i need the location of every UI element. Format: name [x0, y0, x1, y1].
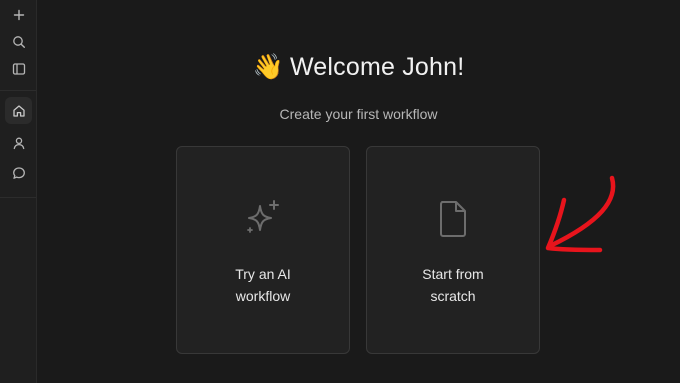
waving-hand-icon: 👋: [252, 52, 284, 81]
start-from-scratch-card[interactable]: Start from scratch: [366, 146, 540, 354]
welcome-text: Welcome John!: [289, 53, 465, 81]
home-icon: [12, 104, 26, 118]
user-icon: [12, 136, 26, 150]
main-content: 👋 Welcome John! Create your first workflo…: [37, 0, 680, 383]
profile-button[interactable]: [5, 129, 32, 156]
plus-icon: [12, 8, 26, 22]
search-button[interactable]: [5, 28, 32, 55]
app-window: 👋 Welcome John! Create your first workflo…: [0, 0, 680, 383]
chat-button[interactable]: [5, 159, 32, 186]
new-button[interactable]: [5, 1, 32, 28]
toggle-sidebar-button[interactable]: [5, 55, 32, 82]
sparkle-icon: [177, 197, 349, 241]
sidebar-divider: [0, 90, 36, 91]
home-button[interactable]: [5, 97, 32, 124]
subtitle: Create your first workflow: [279, 106, 438, 122]
chat-icon: [12, 166, 26, 180]
sidebar-divider: [0, 197, 36, 198]
sidebar-toggle-icon: [12, 62, 26, 76]
left-sidebar: [0, 0, 37, 383]
card-label: Start from scratch: [422, 266, 484, 304]
welcome-heading: 👋 Welcome John!: [37, 52, 680, 82]
document-icon: [367, 197, 539, 241]
try-ai-workflow-card[interactable]: Try an AI workflow: [176, 146, 350, 354]
card-label: Try an AI workflow: [235, 266, 291, 304]
search-icon: [12, 35, 26, 49]
